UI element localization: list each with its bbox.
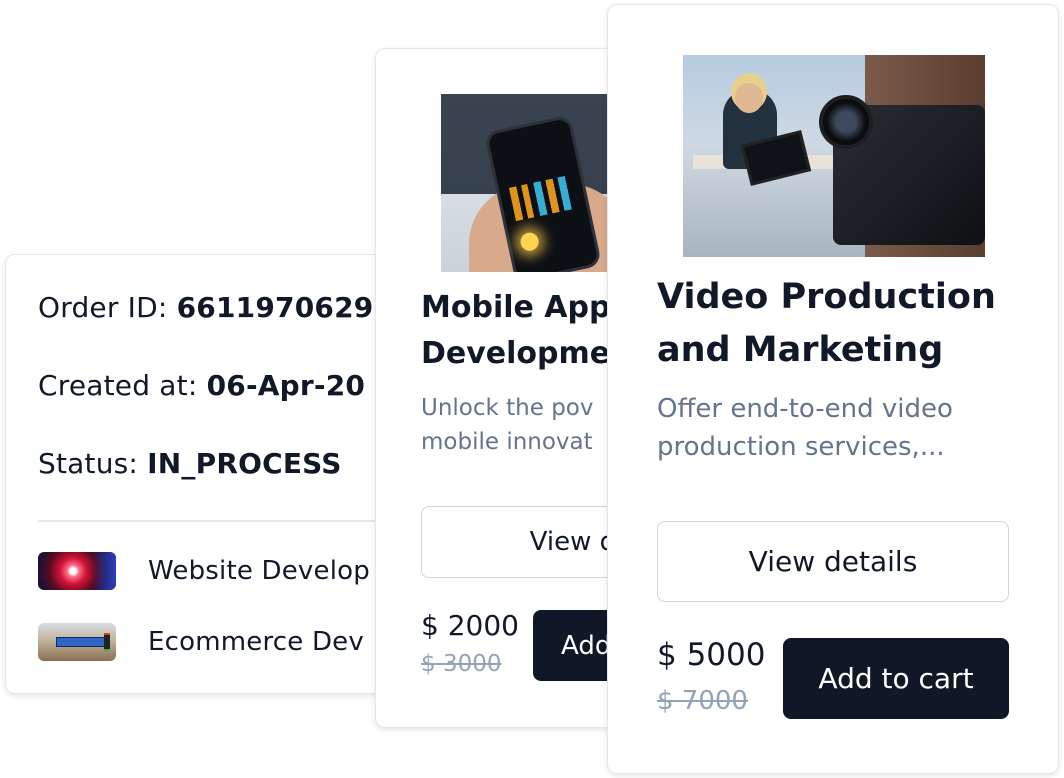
service-title-line: and Marketing xyxy=(657,330,944,371)
service-title: Mobile App Developme xyxy=(421,285,610,376)
view-details-button[interactable]: View details xyxy=(657,521,1009,602)
service-title-line: Mobile App xyxy=(421,290,611,325)
created-at-line: Created at: 06-Apr-20 xyxy=(38,369,365,402)
created-at-label: Created at: xyxy=(38,369,207,402)
video-studio-photo xyxy=(683,55,985,257)
service-card-video-production: Video Production and Marketing Offer end… xyxy=(607,4,1059,774)
service-title-line: Developme xyxy=(421,335,611,371)
ecommerce-development-thumbnail xyxy=(38,623,116,661)
created-at-value: 06-Apr-20 xyxy=(206,369,366,402)
service-description: Offer end-to-end video production servic… xyxy=(657,394,953,463)
price: $ 5000 xyxy=(657,637,766,673)
order-item[interactable]: Website Develop xyxy=(38,551,370,591)
old-price: $ 7000 xyxy=(657,686,748,716)
order-id-value: 6611970629 xyxy=(176,291,374,324)
service-title: Video Production and Marketing xyxy=(657,271,996,377)
price: $ 2000 xyxy=(421,609,519,642)
order-item-label: Ecommerce Dev xyxy=(148,627,364,657)
status-value: IN_PROCESS xyxy=(147,447,342,480)
order-item-label: Website Develop xyxy=(148,556,370,586)
status-line: Status: IN_PROCESS xyxy=(38,447,342,480)
old-price: $ 3000 xyxy=(421,651,502,677)
order-item[interactable]: Ecommerce Dev xyxy=(38,622,364,662)
stage: Order ID: 6611970629 Created at: 06-Apr-… xyxy=(0,0,1064,778)
order-id-label: Order ID: xyxy=(38,291,177,324)
website-development-thumbnail xyxy=(38,552,116,590)
service-title-line: Video Production xyxy=(657,277,996,317)
status-label: Status: xyxy=(38,447,148,480)
order-id-line: Order ID: 6611970629 xyxy=(38,291,373,324)
add-to-cart-button[interactable]: Add to cart xyxy=(783,638,1009,719)
